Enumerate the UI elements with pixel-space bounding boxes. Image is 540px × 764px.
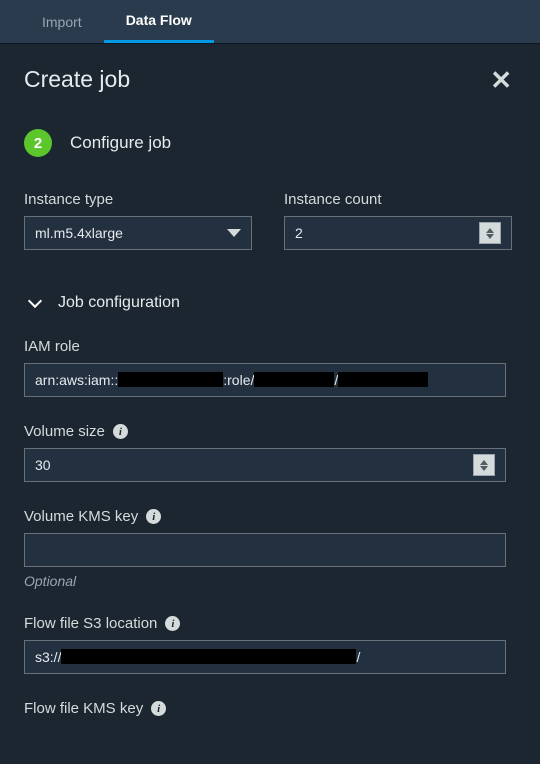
job-config-toggle[interactable]: Job configuration (30, 294, 516, 312)
page-header: Create job ✕ (24, 66, 516, 93)
stepper-buttons-icon[interactable] (479, 222, 501, 244)
job-config-title: Job configuration (58, 294, 180, 312)
stepper-buttons-icon[interactable] (473, 454, 495, 476)
chevron-down-icon (486, 234, 494, 239)
chevron-up-icon (486, 228, 494, 233)
step-title: Configure job (70, 133, 171, 153)
instance-count-field: Instance count 2 (284, 191, 512, 250)
info-icon[interactable]: i (113, 424, 128, 439)
step-header: 2 Configure job (24, 129, 516, 157)
info-icon[interactable]: i (151, 701, 166, 716)
instance-count-label: Instance count (284, 191, 512, 208)
instance-type-value: ml.m5.4xlarge (35, 225, 123, 241)
chevron-down-icon (227, 229, 241, 237)
instance-row: Instance type ml.m5.4xlarge Instance cou… (24, 191, 516, 276)
info-icon[interactable]: i (146, 509, 161, 524)
instance-type-label: Instance type (24, 191, 252, 208)
chevron-down-icon (28, 294, 42, 308)
close-icon[interactable]: ✕ (490, 66, 516, 90)
iam-role-value: arn:aws:iam:::role// (35, 372, 428, 388)
instance-count-stepper[interactable]: 2 (284, 216, 512, 250)
flow-s3-label: Flow file S3 location i (24, 615, 506, 632)
chevron-down-icon (480, 466, 488, 471)
volume-kms-input[interactable] (24, 533, 506, 567)
top-tabs: Import Data Flow (0, 0, 540, 44)
info-icon[interactable]: i (165, 616, 180, 631)
volume-kms-helper: Optional (24, 573, 506, 589)
flow-s3-input[interactable]: s3:/// (24, 640, 506, 674)
volume-size-stepper[interactable]: 30 (24, 448, 506, 482)
instance-type-field: Instance type ml.m5.4xlarge (24, 191, 252, 250)
volume-size-value: 30 (35, 457, 51, 473)
flow-s3-value: s3:/// (35, 649, 360, 665)
iam-role-input[interactable]: arn:aws:iam:::role// (24, 363, 506, 397)
volume-kms-label: Volume KMS key i (24, 508, 506, 525)
step-number-badge: 2 (24, 129, 52, 157)
chevron-up-icon (480, 460, 488, 465)
iam-role-field: IAM role arn:aws:iam:::role// (24, 338, 506, 397)
instance-count-value: 2 (295, 225, 303, 241)
volume-kms-field: Volume KMS key i Optional (24, 508, 506, 589)
tab-import[interactable]: Import (20, 0, 104, 43)
iam-role-label: IAM role (24, 338, 506, 355)
page-title: Create job (24, 66, 130, 93)
tab-data-flow[interactable]: Data Flow (104, 0, 214, 43)
flow-s3-field: Flow file S3 location i s3:/// (24, 615, 506, 674)
flow-kms-label: Flow file KMS key i (24, 700, 506, 717)
instance-type-select[interactable]: ml.m5.4xlarge (24, 216, 252, 250)
page-body: Create job ✕ 2 Configure job Instance ty… (0, 44, 540, 749)
volume-kms-text[interactable] (35, 542, 495, 558)
volume-size-label: Volume size i (24, 423, 506, 440)
volume-size-field: Volume size i 30 (24, 423, 506, 482)
flow-kms-field: Flow file KMS key i (24, 700, 506, 725)
